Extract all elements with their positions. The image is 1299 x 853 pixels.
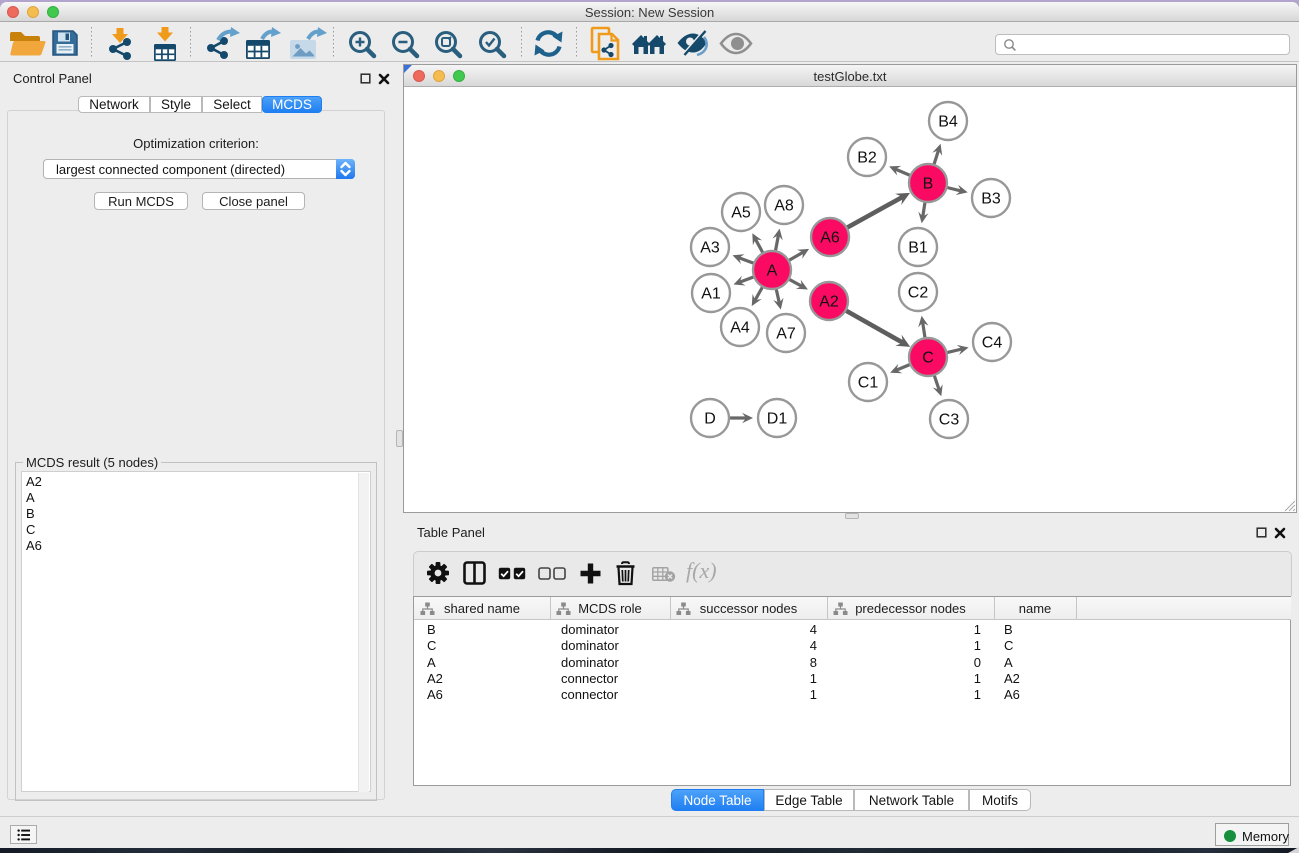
svg-text:A4: A4 (730, 320, 750, 337)
svg-text:A6: A6 (820, 230, 840, 247)
svg-text:C3: C3 (939, 412, 960, 429)
svg-text:B2: B2 (857, 150, 877, 167)
svg-text:A1: A1 (701, 286, 721, 303)
svg-text:B4: B4 (938, 114, 958, 131)
svg-text:C1: C1 (858, 375, 879, 392)
svg-text:A5: A5 (731, 205, 751, 222)
svg-text:C4: C4 (982, 335, 1003, 352)
svg-text:A2: A2 (819, 294, 839, 311)
svg-text:C: C (922, 350, 934, 367)
svg-text:D1: D1 (767, 411, 788, 428)
svg-text:A7: A7 (776, 326, 796, 343)
svg-text:B: B (923, 176, 934, 193)
svg-text:C2: C2 (908, 285, 929, 302)
svg-text:A8: A8 (774, 198, 794, 215)
svg-text:A3: A3 (700, 240, 720, 257)
svg-text:D: D (704, 411, 716, 428)
svg-text:B3: B3 (981, 191, 1001, 208)
svg-text:B1: B1 (908, 240, 928, 257)
svg-text:A: A (767, 263, 778, 280)
